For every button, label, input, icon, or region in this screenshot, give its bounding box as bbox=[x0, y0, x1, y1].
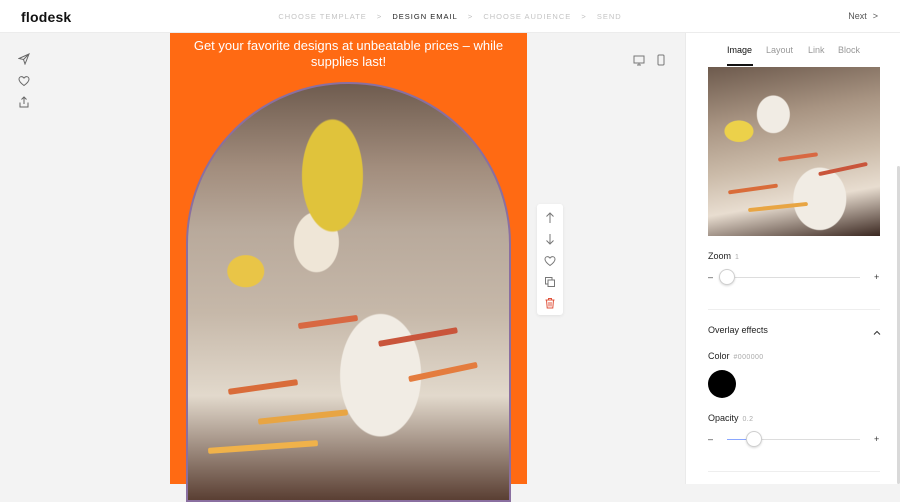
next-button[interactable]: Next > bbox=[848, 11, 878, 21]
step-choose-audience[interactable]: CHOOSE AUDIENCE bbox=[483, 12, 571, 21]
step-separator: > bbox=[581, 12, 587, 21]
duplicate-icon[interactable] bbox=[544, 275, 556, 287]
arrow-down-icon[interactable] bbox=[544, 232, 556, 245]
step-separator: > bbox=[376, 12, 383, 21]
panel-tabs: Image Layout Link Block bbox=[686, 33, 900, 66]
zoom-value: 1 bbox=[735, 254, 740, 261]
next-label: Next bbox=[848, 11, 867, 21]
zoom-label: Zoom 1 bbox=[708, 251, 739, 261]
desktop-icon[interactable] bbox=[633, 53, 645, 66]
top-bar: flodesk CHOOSE TEMPLATE > DESIGN EMAIL >… bbox=[0, 0, 900, 33]
tab-layout[interactable]: Layout bbox=[766, 45, 793, 55]
step-design-email[interactable]: DESIGN EMAIL bbox=[392, 12, 457, 21]
arrow-up-icon[interactable] bbox=[544, 211, 556, 223]
zoom-label-text: Zoom bbox=[708, 251, 732, 261]
step-send[interactable]: SEND bbox=[597, 12, 622, 21]
zoom-slider-track[interactable] bbox=[719, 277, 860, 278]
step-choose-template[interactable]: CHOOSE TEMPLATE bbox=[278, 12, 367, 21]
color-swatch[interactable] bbox=[708, 370, 736, 398]
share-icon[interactable] bbox=[18, 95, 32, 109]
opacity-slider-thumb[interactable] bbox=[746, 431, 762, 447]
opacity-increase-button[interactable]: + bbox=[874, 434, 879, 444]
opacity-decrease-button[interactable]: – bbox=[708, 434, 713, 444]
step-separator: > bbox=[467, 12, 474, 21]
active-tab-indicator bbox=[727, 64, 753, 66]
opacity-label-text: Opacity bbox=[708, 413, 739, 423]
send-icon[interactable] bbox=[17, 52, 32, 66]
image-preview[interactable] bbox=[708, 67, 880, 236]
heart-icon[interactable] bbox=[18, 74, 32, 88]
tab-image[interactable]: Image bbox=[727, 45, 752, 55]
zoom-slider-thumb[interactable] bbox=[719, 269, 735, 285]
divider bbox=[708, 309, 880, 310]
arched-image[interactable] bbox=[186, 82, 511, 502]
left-toolbar bbox=[17, 52, 34, 117]
color-value: #000000 bbox=[733, 354, 764, 361]
email-headline[interactable]: Get your favorite designs at unbeatable … bbox=[190, 38, 507, 70]
color-label-text: Color bbox=[708, 351, 730, 361]
mobile-icon[interactable] bbox=[655, 53, 667, 66]
properties-panel: Image Layout Link Block Zoom 1 – + Overla… bbox=[685, 33, 900, 484]
chevron-up-icon[interactable] bbox=[873, 324, 881, 335]
step-breadcrumb: CHOOSE TEMPLATE > DESIGN EMAIL > CHOOSE … bbox=[0, 12, 900, 21]
block-toolbar bbox=[537, 204, 563, 315]
overlay-effects-title[interactable]: Overlay effects bbox=[708, 325, 768, 335]
color-label: Color #000000 bbox=[708, 351, 764, 361]
email-canvas[interactable]: Get your favorite designs at unbeatable … bbox=[170, 33, 527, 502]
tab-link[interactable]: Link bbox=[808, 45, 825, 55]
opacity-value: 0.2 bbox=[742, 416, 754, 423]
zoom-decrease-button[interactable]: – bbox=[708, 272, 713, 282]
tab-block[interactable]: Block bbox=[838, 45, 860, 55]
divider bbox=[708, 471, 880, 472]
trash-icon[interactable] bbox=[544, 296, 556, 309]
chevron-right-icon: > bbox=[872, 11, 878, 21]
opacity-label: Opacity 0.2 bbox=[708, 413, 753, 423]
zoom-increase-button[interactable]: + bbox=[874, 272, 879, 282]
heart-icon[interactable] bbox=[544, 254, 556, 267]
